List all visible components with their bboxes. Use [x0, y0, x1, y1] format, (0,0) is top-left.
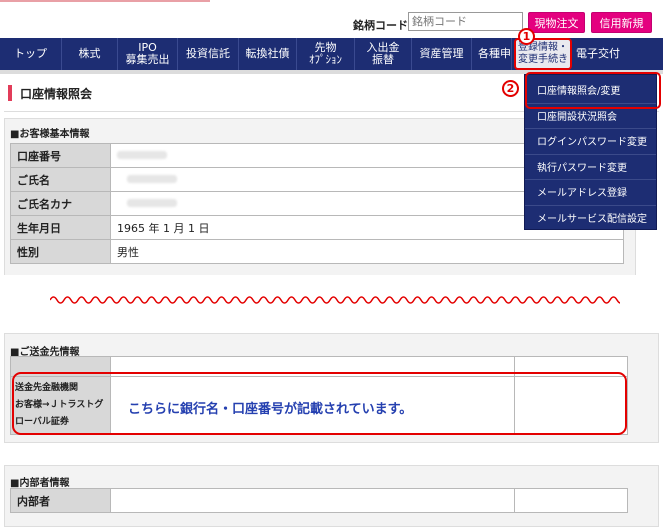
account-info-highlight: [525, 72, 661, 109]
insider-value: [110, 488, 515, 513]
main-nav: トップ 株式 IPO 募集売出 投資信託 転換社債 先物 ｵﾌﾟｼｮﾝ 入出金 …: [0, 38, 663, 70]
menu-item-login-password[interactable]: ログインパスワード変更: [525, 128, 656, 152]
nav-futures[interactable]: 先物 ｵﾌﾟｼｮﾝ: [297, 38, 355, 70]
menu-item-exec-password[interactable]: 執行パスワード変更: [525, 154, 656, 178]
spot-order-button[interactable]: 現物注文: [528, 12, 585, 33]
name-label: ご氏名: [10, 167, 111, 192]
nav-ipo[interactable]: IPO 募集売出: [118, 38, 178, 70]
page-title: 口座情報照会: [20, 86, 93, 101]
nav-bonds[interactable]: 転換社債: [239, 38, 297, 70]
birthdate-label: 生年月日: [10, 215, 111, 240]
remit-note: こちらに銀行名・口座番号が記載されています。: [128, 402, 413, 417]
nav-stocks[interactable]: 株式: [62, 38, 118, 70]
insider-label: 内部者: [10, 488, 111, 513]
nav-funds[interactable]: 投資信託: [178, 38, 239, 70]
table-row: 性別 男性: [10, 239, 624, 264]
account-number-label: 口座番号: [10, 143, 111, 168]
insider-extra: [514, 488, 628, 513]
top-strip: [0, 0, 663, 8]
wave-separator: [50, 296, 620, 304]
margin-new-button[interactable]: 信用新規: [591, 12, 652, 33]
nav-top[interactable]: トップ: [0, 38, 62, 70]
redacted-value: [127, 199, 177, 207]
nav-assets[interactable]: 資産管理: [412, 38, 472, 70]
table-row: 内部者: [10, 488, 628, 513]
name-kana-label: ご氏名カナ: [10, 191, 111, 216]
step-one-marker: 1: [518, 28, 535, 45]
title-accent: [8, 85, 12, 101]
page-title-wrap: 口座情報照会: [8, 84, 92, 102]
stock-code-input[interactable]: [408, 12, 523, 31]
redacted-value: [127, 175, 177, 183]
menu-item-email[interactable]: メールアドレス登録: [525, 179, 656, 203]
step-two-marker: 2: [502, 80, 519, 97]
nav-deposit[interactable]: 入出金 振替: [355, 38, 412, 70]
gender-label: 性別: [10, 239, 111, 264]
insider-table: 内部者: [10, 488, 628, 513]
basic-info-heading: ■お客様基本情報: [10, 129, 90, 140]
gender-value: 男性: [110, 239, 624, 264]
insider-heading: ■内部者情報: [10, 478, 70, 489]
redacted-value: [117, 151, 167, 159]
stock-code-label: 銘柄コード: [353, 19, 408, 32]
menu-item-mail-service[interactable]: メールサービス配信設定: [525, 205, 656, 229]
nav-various[interactable]: 各種申: [472, 38, 512, 70]
nav-e-delivery[interactable]: 電子交付: [572, 38, 624, 70]
